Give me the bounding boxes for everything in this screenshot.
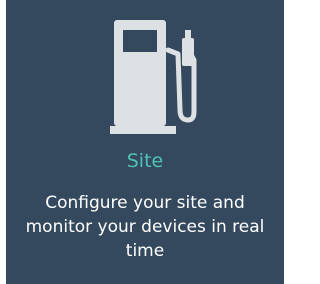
site-tile[interactable]: Site Configure your site and monitor you… bbox=[6, 0, 284, 284]
fuel-pump-icon bbox=[6, 20, 284, 134]
tile-description: Configure your site and monitor your dev… bbox=[25, 193, 265, 261]
tile-title: Site bbox=[126, 150, 164, 172]
